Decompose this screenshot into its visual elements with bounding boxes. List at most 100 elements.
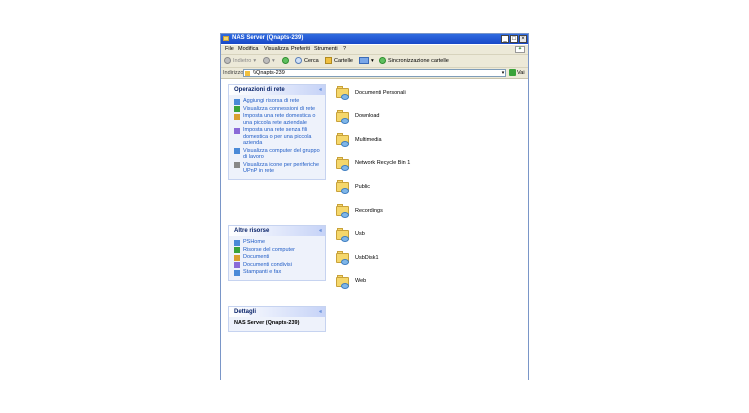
menu-visualizza[interactable]: Visualizza <box>264 46 289 52</box>
address-label: Indirizzo <box>223 70 244 76</box>
shared-folder-item[interactable]: Recordings <box>336 203 383 218</box>
network-task-item-label: Visualizza connessioni di rete <box>243 105 316 112</box>
folders-label: Cartelle <box>334 57 353 64</box>
task-pane: Operazioni di rete « Aggiungi risorsa di… <box>221 79 327 380</box>
back-arrow-icon <box>224 57 231 64</box>
up-button[interactable] <box>282 57 289 64</box>
go-button[interactable]: Vai <box>509 69 525 76</box>
menu-file[interactable]: File <box>225 46 234 52</box>
close-button[interactable]: × <box>519 35 527 43</box>
details-header[interactable]: Dettagli « <box>229 307 325 317</box>
views-button[interactable]: ▾ <box>359 57 374 64</box>
network-share-folder-icon <box>336 156 351 171</box>
details-text: NAS Server (Qnapts-239) <box>234 320 300 326</box>
minimize-button[interactable]: _ <box>501 35 509 43</box>
other-place-item-label: Documenti condivisi <box>243 261 292 268</box>
network-share-folder-icon <box>336 274 351 289</box>
collapse-chevron-icon[interactable]: « <box>319 85 322 95</box>
network-connections-icon <box>234 106 240 112</box>
other-places-panel: Altre risorse « PSHome Risorse del comput… <box>228 225 326 281</box>
sync-folders-button[interactable]: Sincronizzazione cartelle <box>379 57 449 64</box>
search-button[interactable]: Cerca <box>295 57 319 64</box>
network-task-item-label: Visualizza computer del gruppo di lavoro <box>243 147 320 161</box>
other-place-item-label: Documenti <box>243 254 270 260</box>
address-bar: Indirizzo \\Qnapts-239 ▾ Vai <box>221 68 528 79</box>
shared-folder-item[interactable]: Multimedia <box>336 132 382 148</box>
other-places-list: PSHome Risorse del computer Documenti Docum… <box>229 236 325 280</box>
network-task-item[interactable]: Imposta una rete senza fili domestica o … <box>234 127 321 147</box>
shared-folder-item[interactable]: Download <box>336 109 379 124</box>
folder-label: Recordings <box>355 207 383 214</box>
toolbar: Indietro ▾ ▾ Cerca Cartelle ▾ Sincronizz… <box>221 55 528 68</box>
menu-strumenti[interactable]: Strumenti <box>314 46 338 52</box>
network-task-item[interactable]: Aggiungi risorsa di rete <box>234 98 321 105</box>
forward-arrow-icon <box>263 57 270 64</box>
shared-folder-item[interactable]: Public <box>336 179 370 195</box>
network-folder-icon <box>223 36 229 41</box>
address-dropdown-icon[interactable]: ▾ <box>500 70 506 76</box>
network-task-item[interactable]: Visualizza computer del gruppo di lavoro <box>234 148 321 161</box>
menu-preferiti[interactable]: Preferiti <box>291 46 310 52</box>
menu-help[interactable]: ? <box>343 46 346 52</box>
network-share-icon <box>234 239 240 246</box>
collapse-chevron-icon[interactable]: « <box>319 307 322 317</box>
other-place-item-label: PSHome <box>243 239 266 245</box>
folder-label: Public <box>355 183 370 190</box>
shared-folder-item[interactable]: Documenti Personali <box>336 85 406 100</box>
folders-icon <box>325 57 332 64</box>
sync-label: Sincronizzazione cartelle <box>388 57 449 64</box>
other-place-item[interactable]: Documenti condivisi <box>234 261 321 268</box>
network-task-item[interactable]: Visualizza icone per periferiche UPnP in… <box>234 162 321 175</box>
network-share-folder-icon <box>336 179 351 195</box>
forward-button[interactable]: ▾ <box>263 57 275 64</box>
shared-folder-item[interactable]: Network Recycle Bin 1 <box>336 156 410 171</box>
upnp-devices-icon <box>234 162 240 168</box>
windows-logo-icon: ✦ <box>515 46 525 53</box>
shared-folder-item[interactable]: UsbDisk1 <box>336 250 379 266</box>
network-share-folder-icon <box>336 250 351 266</box>
other-place-item[interactable]: PSHome <box>234 239 321 246</box>
folder-label: Network Recycle Bin 1 <box>355 160 411 167</box>
wireless-network-icon <box>234 127 240 134</box>
views-icon <box>359 57 369 64</box>
back-dropdown-icon: ▾ <box>253 57 257 64</box>
other-place-item[interactable]: Stampanti e fax <box>234 269 321 276</box>
network-share-folder-icon <box>336 132 351 148</box>
forward-dropdown-icon: ▾ <box>272 57 275 64</box>
network-tasks-title: Operazioni di rete <box>234 87 285 93</box>
network-task-item[interactable]: Imposta una rete domestica o una piccola… <box>234 113 321 126</box>
network-tasks-header[interactable]: Operazioni di rete « <box>229 85 325 95</box>
network-task-item-label: Aggiungi risorsa di rete <box>243 98 300 104</box>
menu-modifica[interactable]: Modifica <box>238 46 258 52</box>
folder-label: Multimedia <box>355 136 382 143</box>
other-place-item-label: Risorse del computer <box>243 246 295 253</box>
views-dropdown-icon: ▾ <box>371 57 374 64</box>
network-share-folder-icon <box>336 109 351 124</box>
network-share-folder-icon <box>336 203 351 218</box>
back-button[interactable]: Indietro ▾ <box>224 57 256 64</box>
network-tasks-list: Aggiungi risorsa di rete Visualizza conne… <box>229 95 325 179</box>
other-places-title: Altre risorse <box>234 228 270 234</box>
folder-label: Usb <box>355 231 365 238</box>
title-bar[interactable]: NAS Server (Qnapts-239) _ □ × <box>221 34 528 44</box>
maximize-button[interactable]: □ <box>510 35 518 43</box>
other-place-item[interactable]: Documenti <box>234 254 321 261</box>
address-value: \\Qnapts-239 <box>253 70 285 76</box>
network-task-item[interactable]: Visualizza connessioni di rete <box>234 105 321 112</box>
window-title: NAS Server (Qnapts-239) <box>232 35 304 41</box>
other-place-item[interactable]: Risorse del computer <box>234 246 321 253</box>
printers-icon <box>234 269 240 276</box>
workgroup-computers-icon <box>234 148 240 154</box>
shared-folder-item[interactable]: Usb <box>336 227 365 242</box>
search-label: Cerca <box>304 57 319 64</box>
other-places-header[interactable]: Altre risorse « <box>229 226 325 236</box>
collapse-chevron-icon[interactable]: « <box>319 226 322 236</box>
go-arrow-icon <box>509 69 516 76</box>
address-input[interactable]: \\Qnapts-239 <box>243 69 506 77</box>
add-network-place-icon <box>234 98 240 105</box>
details-panel: Dettagli « NAS Server (Qnapts-239) <box>228 306 326 332</box>
shared-folder-item[interactable]: Web <box>336 274 366 289</box>
network-task-item-label: Imposta una rete senza fili domestica o … <box>243 127 312 146</box>
folders-button[interactable]: Cartelle <box>325 57 353 64</box>
shared-documents-icon <box>234 262 240 268</box>
